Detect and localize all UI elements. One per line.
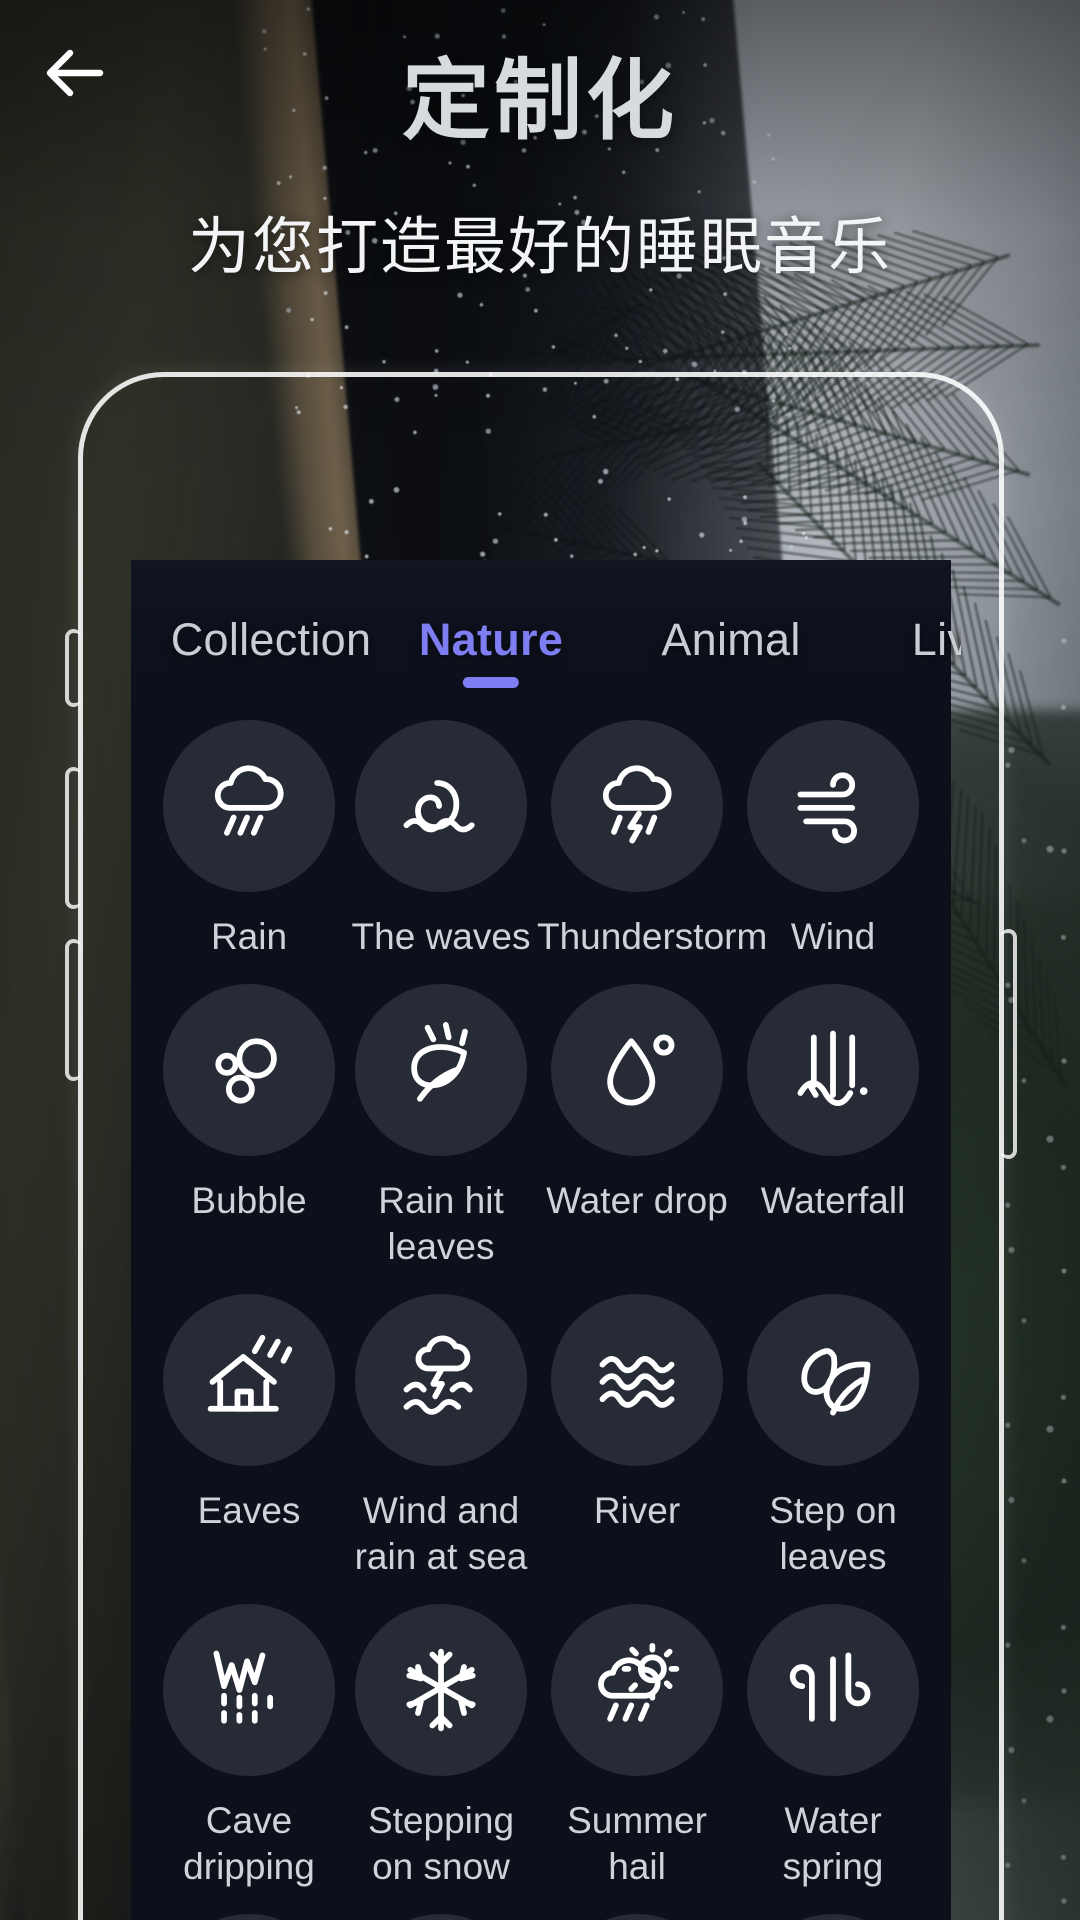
cave-drip-icon <box>163 1604 335 1776</box>
sound-item-cave-dripping[interactable]: Cave dripping <box>153 1604 345 1890</box>
storm-sea-icon <box>355 1294 527 1466</box>
sound-item-rain-hit-leaves[interactable]: Rain hit leaves <box>345 984 537 1270</box>
flame-icon <box>551 1914 723 1920</box>
tab-animal[interactable]: Animal <box>661 614 800 666</box>
sun-cloud-rain-icon <box>551 1604 723 1776</box>
sound-item-starfish[interactable] <box>153 1914 345 1920</box>
sound-item-label: Rain hit leaves <box>378 1180 504 1267</box>
sound-item-label: Stepping on snow <box>367 1800 515 1887</box>
tab-nature[interactable]: Nature <box>418 614 564 688</box>
sound-item-label: Water drop <box>546 1180 728 1221</box>
sound-item-label: Summer hail <box>567 1800 707 1887</box>
sound-item-umbrella-rain[interactable] <box>737 1914 929 1920</box>
sound-item-water-spring[interactable]: Water spring <box>737 1604 929 1890</box>
tab-liv[interactable]: Liv <box>912 614 961 666</box>
category-tab-strip: Collection Nature Animal Liv <box>131 590 961 702</box>
sound-item-wind-snow[interactable] <box>345 1914 537 1920</box>
sound-item-summer-hail[interactable]: Summer hail <box>537 1604 737 1890</box>
sound-item-label: Wind and rain at sea <box>354 1490 528 1577</box>
sound-item-eaves[interactable]: Eaves <box>153 1294 345 1580</box>
sound-item-label: River <box>593 1490 681 1531</box>
tab-collection[interactable]: Collection <box>171 614 372 666</box>
snowflake-icon <box>355 1604 527 1776</box>
sound-item-water-drop[interactable]: Water drop <box>537 984 737 1270</box>
sound-item-label: Step on leaves <box>769 1490 897 1577</box>
sound-item-the-waves[interactable]: The waves <box>345 720 537 960</box>
leaf-rain-icon <box>355 984 527 1156</box>
sound-item-label: Water spring <box>782 1800 884 1887</box>
starfish-icon <box>163 1914 335 1920</box>
page-subtitle: 为您打造最好的睡眠音乐 <box>187 213 892 282</box>
two-leaves-icon <box>747 1294 919 1466</box>
sound-item-flame[interactable] <box>537 1914 737 1920</box>
river-waves-icon <box>551 1294 723 1466</box>
cloud-lightning-icon <box>551 720 723 892</box>
sound-item-wind[interactable]: Wind <box>737 720 929 960</box>
back-button[interactable] <box>26 28 122 118</box>
tab-label: Collection <box>170 614 372 665</box>
water-spring-icon <box>747 1604 919 1776</box>
tab-active-indicator <box>463 677 519 688</box>
wind-icon <box>747 720 919 892</box>
sound-item-wind-and-rain-at-sea[interactable]: Wind and rain at sea <box>345 1294 537 1580</box>
sound-item-label: Cave dripping <box>183 1800 315 1887</box>
umbrella-rain-icon <box>747 1914 919 1920</box>
sound-item-label: Thunderstorm <box>537 916 768 957</box>
sound-item-label: Wind <box>790 916 876 957</box>
water-droplet-icon <box>551 984 723 1156</box>
tab-label: Nature <box>418 614 564 665</box>
sound-item-label: Rain <box>210 916 288 957</box>
sound-item-bubble[interactable]: Bubble <box>153 984 345 1270</box>
waterfall-icon <box>747 984 919 1156</box>
sound-item-river[interactable]: River <box>537 1294 737 1580</box>
app-content-surface: Rain The waves Thunderstorm Wind Bubble Rain … <box>131 560 951 1920</box>
sound-item-stepping-on-snow[interactable]: Stepping on snow <box>345 1604 537 1890</box>
sound-item-label: The waves <box>351 916 531 957</box>
tab-label: Animal <box>661 614 801 665</box>
arrow-left-icon <box>44 47 104 99</box>
house-rain-icon <box>163 1294 335 1466</box>
tab-label: Liv <box>911 614 961 665</box>
ocean-wave-icon <box>355 720 527 892</box>
sound-item-thunderstorm[interactable]: Thunderstorm <box>537 720 768 960</box>
page-title: 定制化 <box>401 51 678 150</box>
sound-item-label: Bubble <box>191 1180 307 1221</box>
sound-item-step-on-leaves[interactable]: Step on leaves <box>737 1294 929 1580</box>
wind-snow-icon <box>355 1914 527 1920</box>
bubbles-icon <box>163 984 335 1156</box>
sound-grid: Rain The waves Thunderstorm Wind Bubble Rain … <box>131 720 951 1920</box>
cloud-rain-icon <box>163 720 335 892</box>
sound-item-waterfall[interactable]: Waterfall <box>737 984 929 1270</box>
sound-item-label: Waterfall <box>760 1180 906 1221</box>
sound-item-label: Eaves <box>197 1490 301 1531</box>
app-screen: 定制化 为您打造最好的睡眠音乐 Rain The waves Thunderstor… <box>0 0 1080 1920</box>
sound-item-rain[interactable]: Rain <box>153 720 345 960</box>
